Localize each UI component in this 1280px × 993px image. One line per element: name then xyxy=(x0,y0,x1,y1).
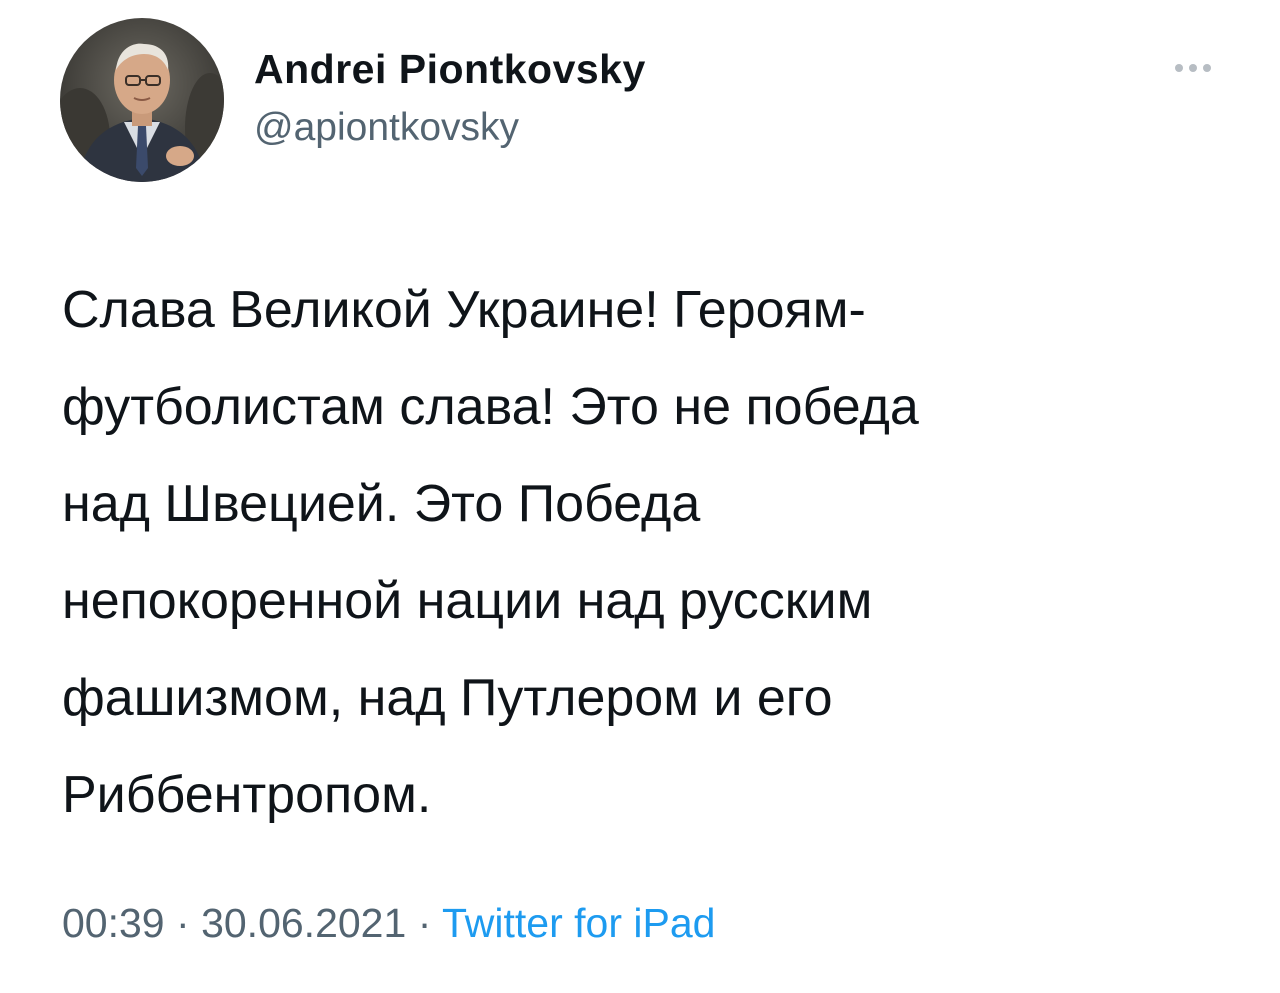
author-handle[interactable]: @apiontkovsky xyxy=(254,106,519,150)
tweet-date[interactable]: 30.06.2021 xyxy=(201,900,406,946)
tweet-metadata: 00:39 · 30.06.2021 · Twitter for iPad xyxy=(62,900,715,947)
more-horizontal-icon xyxy=(1175,64,1183,72)
tweet-text-line: футболистам слава! Это не победа xyxy=(62,378,919,436)
tweet-text: Слава Великой Украине! Героям- футболист… xyxy=(62,262,1182,844)
tweet-time[interactable]: 00:39 xyxy=(62,900,165,946)
tweet-card: Andrei Piontkovsky @apiontkovsky Слава В… xyxy=(0,0,1280,993)
tweet-text-line: Риббентропом. xyxy=(62,766,432,824)
tweet-text-line: Слава Великой Украине! Героям- xyxy=(62,281,866,339)
author-display-name[interactable]: Andrei Piontkovsky xyxy=(254,46,646,93)
tweet-text-line: над Швецией. Это Победа xyxy=(62,475,701,533)
avatar[interactable] xyxy=(60,18,224,182)
tweet-source-link[interactable]: Twitter for iPad xyxy=(442,900,715,946)
meta-separator: · xyxy=(176,900,190,946)
tweet-text-line: непокоренной нации над русским xyxy=(62,572,873,630)
more-horizontal-icon-dot xyxy=(1189,64,1197,72)
more-options-button[interactable] xyxy=(1164,52,1222,84)
user-avatar-photo-icon xyxy=(60,18,224,182)
meta-separator: · xyxy=(417,900,432,946)
tweet-text-line: фашизмом, над Путлером и его xyxy=(62,669,833,727)
more-horizontal-icon-dot xyxy=(1203,64,1211,72)
